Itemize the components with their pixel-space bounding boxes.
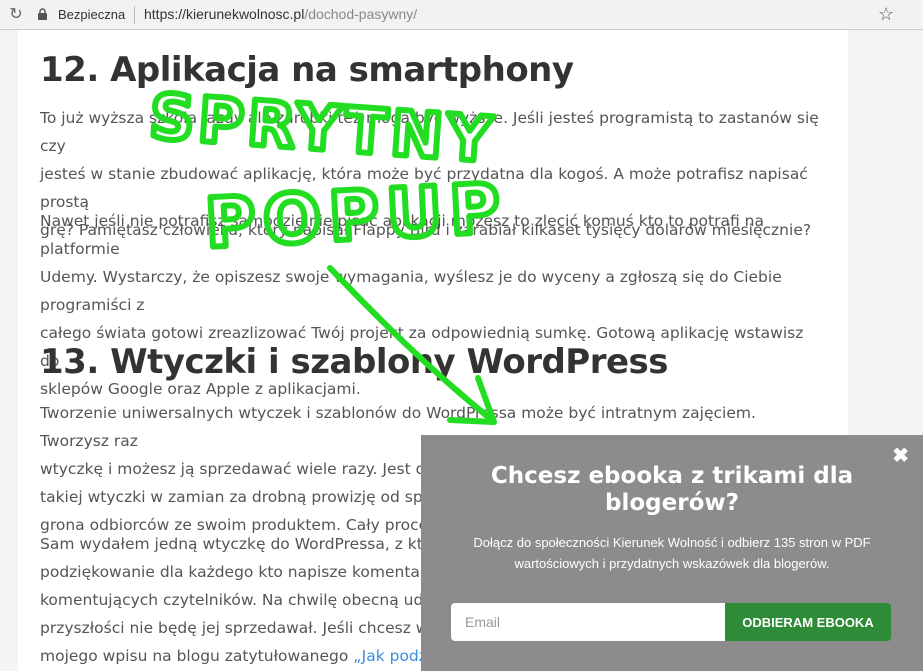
address-separator	[134, 6, 135, 24]
browser-address-bar: ↻ Bezpieczna https://kierunekwolnosc.pl/…	[0, 0, 923, 30]
text-line: To już wyższa szkoła jazdy ale zarobki t…	[40, 109, 819, 155]
close-icon[interactable]: ✖	[892, 443, 909, 468]
get-ebook-button[interactable]: ODBIERAM EBOOKA	[725, 603, 891, 641]
address-url[interactable]: https://kierunekwolnosc.pl/dochod-pasywn…	[144, 6, 417, 22]
heading-section-12: 12. Aplikacja na smartphony	[40, 50, 574, 90]
email-input[interactable]	[451, 603, 725, 641]
popup-description: Dołącz do społeczności Kierunek Wolność …	[473, 535, 871, 571]
reload-icon[interactable]: ↻	[6, 5, 26, 25]
secure-label: Bezpieczna	[58, 7, 126, 22]
url-base: https://kierunekwolnosc.pl	[144, 6, 305, 22]
heading-section-13: 13. Wtyczki i szablony WordPress	[40, 342, 669, 382]
url-path: /dochod-pasywny/	[304, 6, 418, 22]
newsletter-popup: ✖ Chcesz ebooka z trikami dla blogerów? …	[421, 435, 923, 671]
text-line: Nawet jeśli nie potrafisz samodzielnie p…	[40, 212, 764, 258]
popup-title: Chcesz ebooka z trikami dla blogerów?	[490, 463, 854, 516]
lock-icon	[38, 8, 47, 20]
bookmark-star-icon[interactable]: ☆	[878, 4, 894, 25]
text-fragment: mojego wpisu na blogu zatytułowanego	[40, 647, 354, 665]
text-line: Udemy. Wystarczy, że opiszesz swoje wyma…	[40, 268, 782, 314]
